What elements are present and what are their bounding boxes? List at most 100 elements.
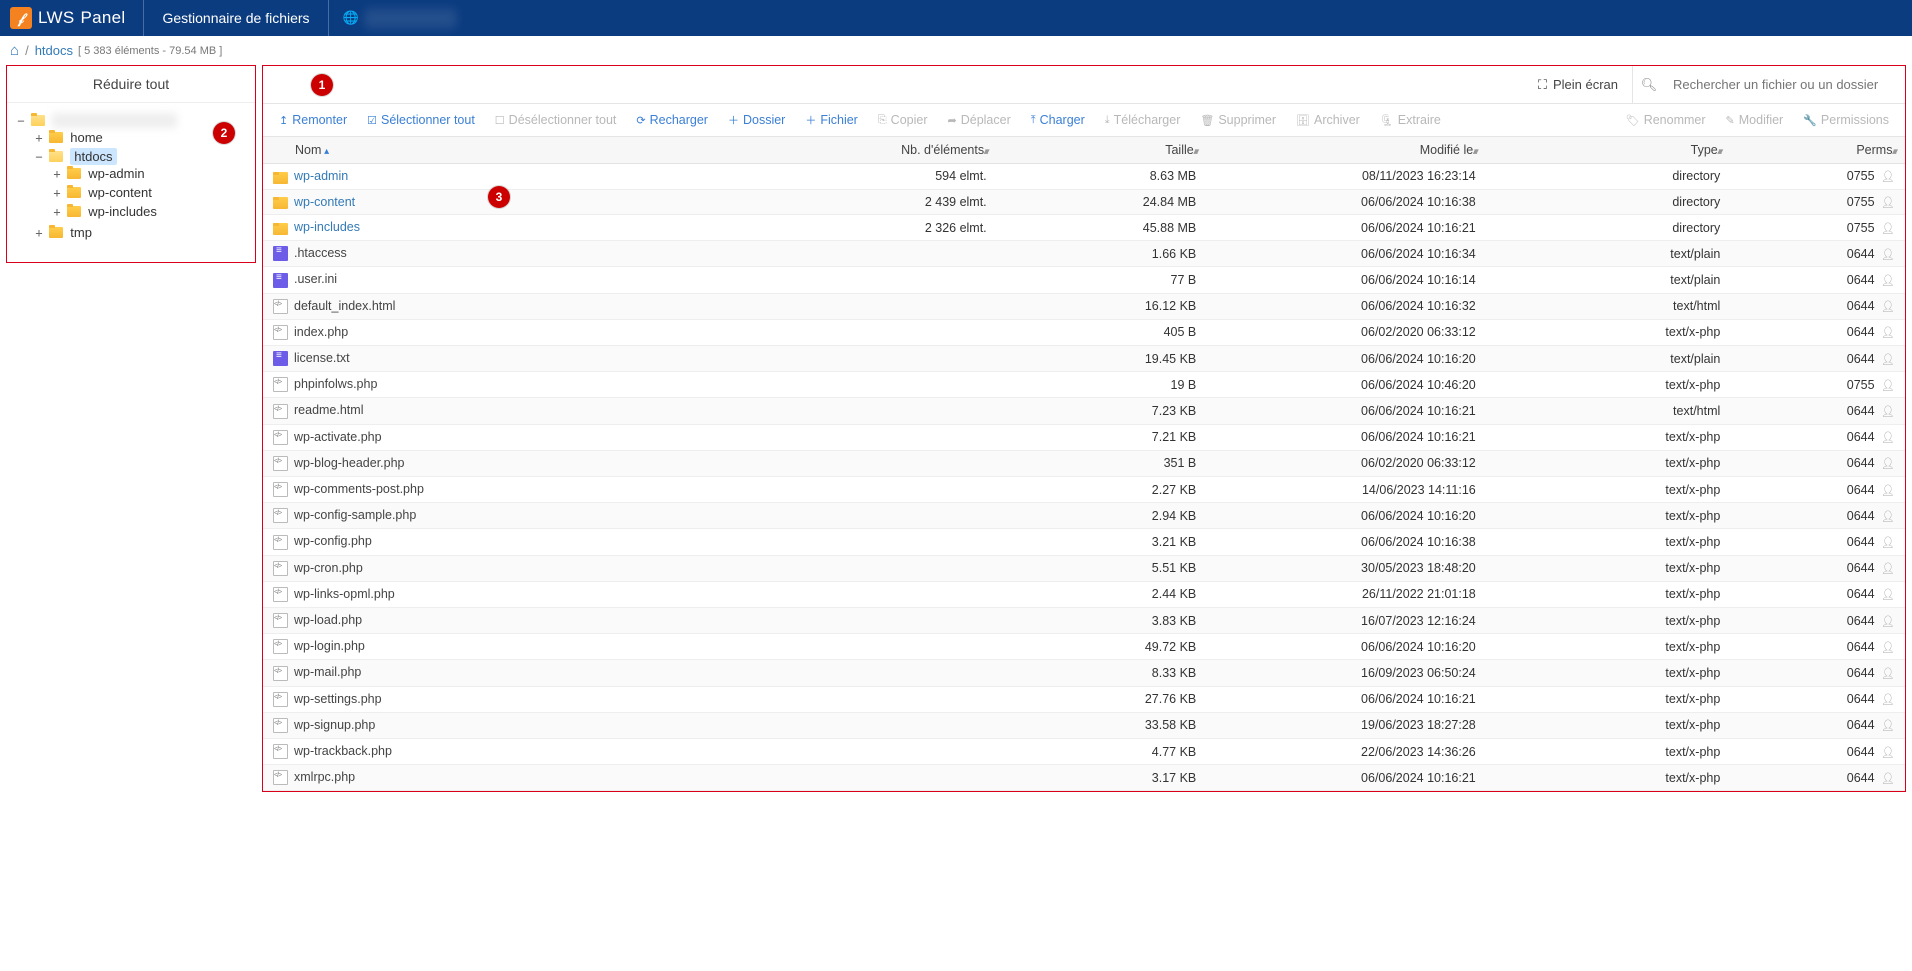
collapse-all-button[interactable]: Réduire tout — [7, 66, 255, 103]
new-file-button[interactable]: ＋Fichier — [797, 108, 866, 132]
file-perms: 0755 — [1730, 372, 1905, 398]
tree-toggle[interactable]: + — [33, 226, 45, 240]
file-name[interactable]: license.txt — [294, 351, 350, 365]
file-name[interactable]: wp-comments-post.php — [294, 482, 424, 496]
edit-label: Modifier — [1739, 113, 1783, 127]
file-name[interactable]: xmlrpc.php — [294, 770, 355, 784]
file-modified: 06/06/2024 10:16:21 — [1206, 215, 1485, 241]
user-icon — [1881, 171, 1895, 183]
table-row[interactable]: wp-config.php3.21 KB06/06/2024 10:16:38t… — [263, 529, 1905, 555]
select-all-button[interactable]: ☑Sélectionner tout — [359, 109, 483, 131]
table-row[interactable]: wp-activate.php7.21 KB06/06/2024 10:16:2… — [263, 424, 1905, 450]
file-name[interactable]: wp-signup.php — [294, 718, 375, 732]
breadcrumb-current[interactable]: htdocs — [35, 43, 73, 58]
table-row[interactable]: wp-signup.php33.58 KB19/06/2023 18:27:28… — [263, 712, 1905, 738]
table-row[interactable]: .htaccess1.66 KB06/06/2024 10:16:34text/… — [263, 241, 1905, 267]
file-name[interactable]: wp-settings.php — [294, 692, 382, 706]
table-row[interactable]: .user.ini77 B06/06/2024 10:16:14text/pla… — [263, 267, 1905, 293]
table-row[interactable]: wp-config-sample.php2.94 KB06/06/2024 10… — [263, 503, 1905, 529]
file-name[interactable]: index.php — [294, 325, 348, 339]
table-row[interactable]: wp-admin594 elmt.8.63 MB08/11/2023 16:23… — [263, 164, 1905, 190]
table-row[interactable]: wp-cron.php5.51 KB30/05/2023 18:48:20tex… — [263, 555, 1905, 581]
tree-toggle[interactable]: − — [15, 114, 27, 128]
tree-toggle[interactable]: − — [33, 150, 45, 164]
tree-item-htdocs[interactable]: htdocs — [70, 148, 116, 165]
table-row[interactable]: license.txt19.45 KB06/06/2024 10:16:20te… — [263, 345, 1905, 371]
tree-root-label[interactable]: xxxxxxxxxx — [52, 113, 177, 128]
table-row[interactable]: readme.html7.23 KB06/06/2024 10:16:21tex… — [263, 398, 1905, 424]
table-row[interactable]: phpinfolws.php19 B06/06/2024 10:46:20tex… — [263, 372, 1905, 398]
table-row[interactable]: wp-mail.php8.33 KB16/09/2023 06:50:24tex… — [263, 660, 1905, 686]
tree-item-wpcontent[interactable]: wp-content — [88, 185, 152, 200]
file-size: 2.27 KB — [997, 476, 1207, 502]
file-name[interactable]: .user.ini — [294, 272, 337, 286]
tree-toggle[interactable]: + — [51, 167, 63, 181]
col-count[interactable]: Nb. d'éléments — [787, 137, 997, 164]
table-row[interactable]: wp-load.php3.83 KB16/07/2023 12:16:24tex… — [263, 607, 1905, 633]
file-name[interactable]: wp-config.php — [294, 534, 372, 548]
col-type[interactable]: Type — [1486, 137, 1731, 164]
brand-logo[interactable]: 𝒻 LWS Panel — [10, 0, 144, 36]
user-icon — [1881, 511, 1895, 523]
file-type: text/html — [1486, 398, 1731, 424]
file-name[interactable]: wp-links-opml.php — [294, 587, 395, 601]
col-modified[interactable]: Modifié le — [1206, 137, 1485, 164]
file-panel: 1 Plein écran ↥Remonter ☑Sélectionner to… — [262, 65, 1906, 792]
file-name[interactable]: wp-includes — [294, 220, 360, 234]
file-name[interactable]: wp-content — [294, 195, 355, 209]
file-icon — [273, 587, 288, 602]
tree-item-tmp[interactable]: tmp — [70, 225, 92, 240]
tree-item-home[interactable]: home — [70, 130, 103, 145]
file-name[interactable]: wp-mail.php — [294, 665, 361, 679]
table-row[interactable]: wp-includes2 326 elmt.45.88 MB06/06/2024… — [263, 215, 1905, 241]
tree-item-wpadmin[interactable]: wp-admin — [88, 166, 144, 181]
file-name[interactable]: .htaccess — [294, 246, 347, 260]
col-name[interactable]: Nom — [263, 137, 787, 164]
user-icon — [1881, 432, 1895, 444]
file-name[interactable]: readme.html — [294, 403, 363, 417]
file-type: text/x-php — [1486, 450, 1731, 476]
file-name[interactable]: wp-admin — [294, 169, 348, 183]
reload-button[interactable]: ⟳Recharger — [628, 109, 716, 131]
file-name[interactable]: default_index.html — [294, 299, 395, 313]
table-row[interactable]: wp-links-opml.php2.44 KB26/11/2022 21:01… — [263, 581, 1905, 607]
tree-toggle[interactable]: + — [51, 205, 63, 219]
file-count — [787, 293, 997, 319]
table-row[interactable]: wp-comments-post.php 2.27 KB14/06/2023 14… — [263, 476, 1905, 502]
search-input[interactable] — [1665, 67, 1905, 103]
domain-selector[interactable]: hidden — [328, 0, 456, 36]
file-name[interactable]: wp-login.php — [294, 639, 365, 653]
file-name[interactable]: wp-trackback.php — [294, 744, 392, 758]
table-row[interactable]: default_index.html16.12 KB06/06/2024 10:… — [263, 293, 1905, 319]
file-name[interactable]: wp-config-sample.php — [294, 508, 416, 522]
file-modified: 06/06/2024 10:16:20 — [1206, 503, 1485, 529]
table-row[interactable]: wp-login.php49.72 KB06/06/2024 10:16:20t… — [263, 634, 1905, 660]
fullscreen-button[interactable]: Plein écran — [1524, 66, 1632, 103]
up-button[interactable]: ↥Remonter — [271, 109, 355, 131]
file-perms: 0755 — [1730, 164, 1905, 190]
table-row[interactable]: wp-settings.php27.76 KB06/06/2024 10:16:… — [263, 686, 1905, 712]
file-name[interactable]: wp-cron.php — [294, 561, 363, 575]
table-row[interactable]: index.php405 B06/02/2020 06:33:12text/x-… — [263, 319, 1905, 345]
tree-item-wpincludes[interactable]: wp-includes — [88, 204, 157, 219]
file-name[interactable]: phpinfolws.php — [294, 377, 377, 391]
file-count: 2 326 elmt. — [787, 215, 997, 241]
file-count — [787, 765, 997, 791]
new-folder-button[interactable]: ＋Dossier — [720, 108, 793, 132]
tree-toggle[interactable]: + — [33, 131, 45, 145]
file-name[interactable]: wp-load.php — [294, 613, 362, 627]
tree-toggle[interactable]: + — [51, 186, 63, 200]
file-name[interactable]: wp-blog-header.php — [294, 456, 405, 470]
table-row[interactable]: wp-blog-header.php351 B06/02/2020 06:33:… — [263, 450, 1905, 476]
file-size: 49.72 KB — [997, 634, 1207, 660]
app-title: Gestionnaire de fichiers — [144, 10, 327, 26]
upload-button[interactable]: ⤒Charger — [1023, 109, 1093, 131]
table-row[interactable]: xmlrpc.php3.17 KB06/06/2024 10:16:21text… — [263, 765, 1905, 791]
table-row[interactable]: wp-trackback.php4.77 KB22/06/2023 14:36:… — [263, 738, 1905, 764]
col-size[interactable]: Taille — [997, 137, 1207, 164]
breadcrumb-home[interactable] — [10, 42, 19, 59]
file-modified: 14/06/2023 14:11:16 — [1206, 476, 1485, 502]
col-perms[interactable]: Perms — [1730, 137, 1905, 164]
file-name[interactable]: wp-activate.php — [294, 430, 382, 444]
archive-icon: 🗄 — [1296, 114, 1310, 127]
